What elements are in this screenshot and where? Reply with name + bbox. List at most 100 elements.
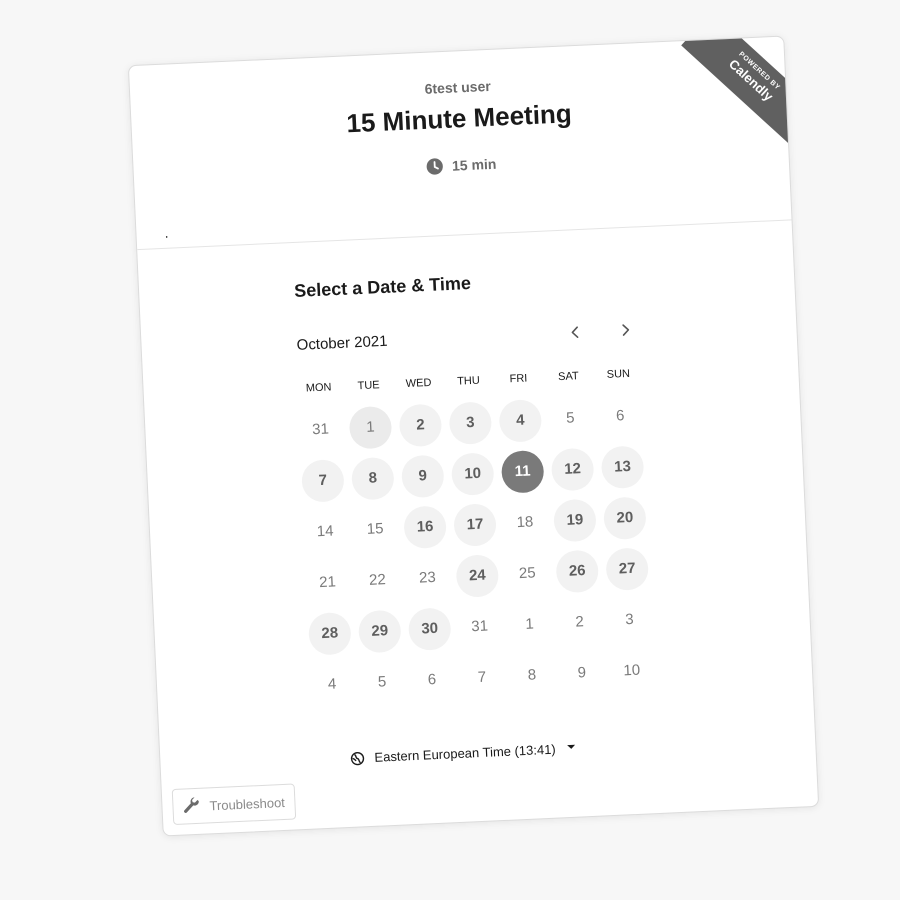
previous-month-button[interactable] (561, 318, 590, 347)
calendar-day-number: 10 (623, 661, 641, 680)
calendar-day-number: 7 (300, 458, 345, 503)
duration-label: 15 min (451, 155, 497, 174)
calendar-day: 22 (351, 553, 403, 606)
calendar-day-number: 21 (318, 573, 337, 592)
calendar-day: 6 (594, 389, 646, 442)
calendar-day: 2 (553, 595, 605, 648)
chevron-left-icon (571, 326, 579, 338)
calendar-day[interactable]: 17 (449, 498, 501, 551)
calendar-day[interactable]: 10 (447, 447, 499, 500)
calendar-day: 6 (406, 653, 458, 706)
timezone-selector[interactable]: Eastern European Time (13:41) (350, 741, 576, 766)
calendar-day-number: 7 (477, 668, 487, 687)
weekday-label: FRI (509, 372, 528, 386)
calendar-day-number: 31 (470, 617, 489, 636)
calendar-day-number: 11 (500, 449, 545, 494)
calendar-day-number: 26 (555, 549, 600, 593)
calendar-day[interactable]: 11 (497, 445, 549, 498)
calendar-day-number: 2 (398, 402, 443, 447)
booking-card: POWERED BY Calendly 6test user 15 Minute… (127, 35, 820, 837)
calendar-day[interactable]: 27 (601, 542, 653, 595)
troubleshoot-label: Troubleshoot (209, 794, 286, 813)
calendar-day: 31 (294, 403, 346, 456)
calendar-day-number: 28 (307, 611, 352, 656)
event-duration: 15 min (426, 155, 497, 176)
calendar-day-number: 15 (366, 520, 384, 538)
calendar-day-number: 23 (418, 568, 437, 587)
calendar-day[interactable]: 19 (549, 493, 601, 546)
event-description: . (164, 224, 169, 241)
calendar-day: 18 (499, 496, 551, 549)
weekday-label: SAT (557, 370, 579, 384)
weekday-label: THU (456, 374, 481, 388)
calendar-grid: MON TUE WED THU FRI SAT SUN 31 1 2 3 4 5 6 7 8 9 10 11 12 1… (293, 367, 658, 711)
calendar-day-number: 6 (427, 670, 437, 689)
calendar-day: 7 (456, 651, 508, 704)
calendar-day-number: 22 (368, 571, 387, 589)
calendar-day-number: 8 (527, 666, 537, 684)
calendar-day[interactable]: 8 (347, 452, 399, 505)
calendar-day: 14 (299, 505, 351, 558)
globe-icon (350, 751, 365, 765)
next-month-button[interactable] (611, 315, 640, 344)
calendar-day: 1 (503, 598, 555, 651)
calendar-day: 3 (603, 593, 655, 646)
calendar-day-number: 13 (600, 444, 645, 489)
calendar-day-number: 20 (602, 495, 647, 540)
calendar-day-number: 1 (348, 405, 393, 450)
calendar-day[interactable]: 16 (399, 500, 451, 553)
month-label: October 2021 (296, 332, 388, 354)
calendar-day-number: 27 (605, 546, 650, 591)
calendar-day-number: 1 (525, 615, 535, 633)
calendar-day: 5 (356, 655, 408, 708)
calendar-day-number: 8 (350, 456, 395, 501)
calendar-day-number: 6 (615, 407, 625, 425)
calendar-day[interactable]: 30 (404, 602, 456, 655)
calendar-day: 15 (349, 502, 401, 555)
calendar-day[interactable]: 29 (354, 604, 406, 657)
calendar-day-number: 5 (377, 673, 387, 691)
calendar-day-number: 16 (403, 504, 447, 549)
calendar-day[interactable]: 1 (344, 401, 396, 454)
calendar-day[interactable]: 26 (551, 544, 603, 597)
calendar-day[interactable]: 9 (397, 449, 449, 502)
weekday-label: TUE (357, 379, 380, 393)
calendar-day: 10 (606, 644, 658, 697)
calendar-day-number: 24 (455, 553, 500, 598)
calendar-day-number: 29 (357, 609, 402, 653)
calendar-day: 25 (501, 547, 553, 600)
calendar-day[interactable]: 20 (599, 491, 651, 544)
calendar-day[interactable]: 2 (394, 398, 446, 451)
calendar-day[interactable]: 4 (494, 394, 546, 447)
calendar-day: 5 (544, 391, 596, 444)
calendar-day-number: 5 (565, 409, 575, 427)
calendar-day[interactable]: 24 (451, 549, 503, 602)
weekday-label: MON (305, 381, 332, 395)
calendar-day-number: 10 (450, 451, 495, 496)
calendar-day[interactable]: 3 (444, 396, 496, 449)
page: POWERED BY Calendly 6test user 15 Minute… (0, 0, 900, 900)
calendar-day-number: 12 (550, 447, 595, 491)
calendar-day-number: 31 (311, 420, 330, 439)
calendar-day-number: 9 (400, 453, 445, 498)
calendar-day: 31 (454, 600, 506, 653)
calendar-day[interactable]: 12 (546, 442, 598, 495)
calendar-day[interactable]: 13 (596, 440, 648, 493)
calendar-day: 4 (306, 658, 358, 711)
calendar-day-number: 3 (624, 610, 635, 629)
calendar-day[interactable]: 28 (304, 607, 356, 660)
timezone-label: Eastern European Time (13:41) (374, 741, 557, 765)
clock-icon (426, 158, 444, 175)
chevron-right-icon (622, 324, 630, 336)
calendar-day-number: 25 (518, 564, 536, 583)
month-navigation: October 2021 (296, 315, 642, 361)
calendar-day: 9 (556, 646, 608, 699)
calendar-day-number: 2 (574, 613, 585, 631)
calendar-day-number: 3 (448, 400, 493, 445)
calendar-day: 21 (301, 556, 353, 609)
event-header: 6test user 15 Minute Meeting 15 min (129, 37, 790, 222)
calendar-day[interactable]: 7 (297, 454, 349, 507)
troubleshoot-button[interactable]: Troubleshoot (171, 783, 297, 826)
caret-down-icon (567, 744, 576, 749)
calendar-day: 23 (401, 551, 453, 604)
